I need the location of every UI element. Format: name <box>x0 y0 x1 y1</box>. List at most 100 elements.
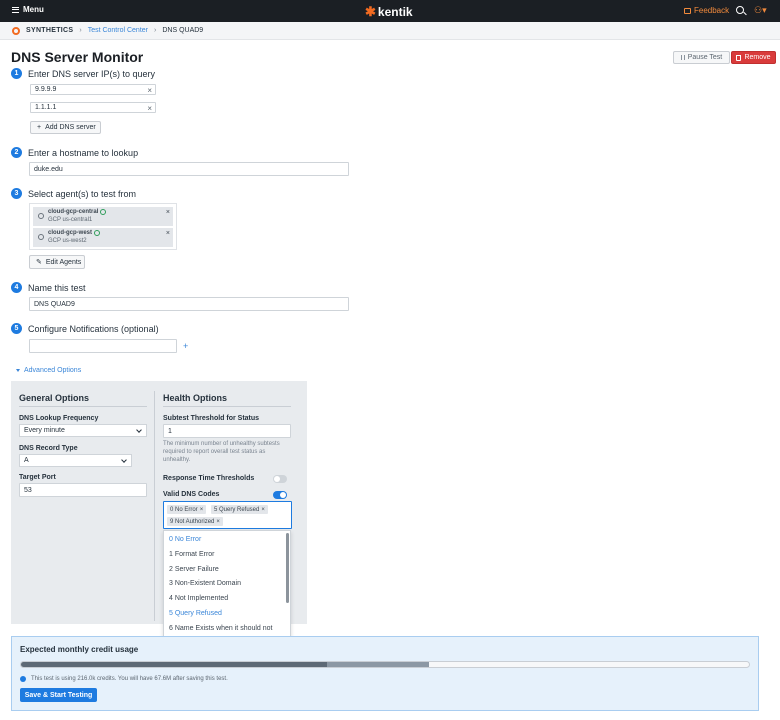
advanced-options-label: Advanced Options <box>24 367 82 374</box>
valid-codes-multiselect[interactable]: 0 No Error × 5 Query Refused × 9 Not Aut… <box>163 501 292 529</box>
notification-select[interactable] <box>29 339 177 353</box>
edit-agents-label: Edit Agents <box>45 258 82 266</box>
check-circle-icon <box>100 209 107 215</box>
remove-tag-icon[interactable]: × <box>200 507 204 513</box>
step-label: Configure Notifications (optional) <box>28 323 159 334</box>
test-name-input[interactable]: DNS QUAD9 <box>29 297 349 311</box>
threshold-input[interactable]: 1 <box>163 424 291 438</box>
credit-note-text: This test is using 216.0k credits. You w… <box>31 676 228 682</box>
credit-used-fill <box>21 662 327 667</box>
breadcrumb-root[interactable]: SYNTHETICS <box>26 27 73 34</box>
toggle-knob <box>274 476 280 482</box>
code-tag-label: 9 Not Authorized <box>170 518 215 525</box>
toggle-knob <box>280 492 286 498</box>
target-port-label: Target Port <box>19 474 56 481</box>
pause-icon <box>680 55 685 60</box>
scrollbar-thumb[interactable] <box>286 533 289 603</box>
breadcrumb: SYNTHETICS › Test Control Center › DNS Q… <box>0 22 780 40</box>
save-and-start-button[interactable]: Save & Start Testing <box>20 688 97 702</box>
dns-server-input[interactable]: 9.9.9.9 × <box>30 84 156 95</box>
logo-text: kentik <box>377 5 413 19</box>
agent-name-text: cloud-gcp-central <box>48 209 99 215</box>
synthetics-icon <box>12 26 20 35</box>
remove-button[interactable]: Remove <box>731 51 776 64</box>
record-type-value: A <box>24 457 29 464</box>
dns-server-value: 1.1.1.1 <box>35 104 57 111</box>
step-number: 3 <box>11 188 22 199</box>
info-icon <box>20 676 26 682</box>
chat-icon <box>684 7 691 14</box>
test-name-value: DNS QUAD9 <box>34 300 75 308</box>
agent-location: GCP us-west2 <box>48 238 87 244</box>
advanced-options-toggle[interactable]: Advanced Options <box>16 367 81 374</box>
chevron-right-icon: › <box>154 27 157 34</box>
kentik-mark-icon: ✱ <box>365 4 376 19</box>
chevron-right-icon: › <box>79 27 82 34</box>
frequency-value: Every minute <box>24 427 65 434</box>
agent-list: cloud-gcp-central GCP us-central1 × clou… <box>29 203 177 250</box>
agent-name-text: cloud-gcp-west <box>48 230 93 236</box>
pencil-icon: ✎ <box>36 259 42 266</box>
frequency-select[interactable]: Every minute <box>19 424 147 437</box>
agent-location: GCP us-central1 <box>48 217 93 223</box>
check-circle-icon <box>94 230 101 236</box>
edit-agents-button[interactable]: ✎ Edit Agents <box>29 255 85 269</box>
dns-code-option[interactable]: 0 No Error <box>169 536 201 543</box>
remove-tag-icon[interactable]: × <box>216 519 220 525</box>
valid-codes-toggle[interactable] <box>273 491 287 499</box>
frequency-label: DNS Lookup Frequency <box>19 415 99 422</box>
response-threshold-toggle[interactable] <box>273 475 287 483</box>
agent-name: cloud-gcp-west <box>48 230 101 236</box>
target-port-input[interactable]: 53 <box>19 483 147 497</box>
dns-server-value: 9.9.9.9 <box>35 86 57 93</box>
step-label: Enter a hostname to lookup <box>28 147 139 158</box>
add-notification-button[interactable]: + <box>183 341 188 351</box>
record-type-label: DNS Record Type <box>19 445 78 452</box>
breadcrumb-section-link[interactable]: Test Control Center <box>88 27 148 34</box>
response-threshold-label: Response Time Thresholds <box>163 475 255 482</box>
remove-agent-icon[interactable]: × <box>166 230 170 237</box>
add-dns-label: Add DNS server <box>45 124 96 131</box>
threshold-help-text: The minimum number of unhealthy subtests… <box>163 441 280 463</box>
agent-name: cloud-gcp-central <box>48 209 107 215</box>
dns-code-option[interactable]: 2 Server Failure <box>169 566 219 573</box>
step-notifications: 5 Configure Notifications (optional) <box>11 323 159 334</box>
dns-code-option[interactable]: 3 Non-Existent Domain <box>169 580 241 587</box>
page-title: DNS Server Monitor <box>11 49 144 65</box>
step-test-name: 4 Name this test <box>11 282 86 293</box>
dns-code-option[interactable]: 4 Not Implemented <box>169 595 228 602</box>
search-icon[interactable] <box>736 6 744 14</box>
general-options-title: General Options <box>19 393 90 403</box>
credit-test-fill <box>326 662 429 667</box>
clear-icon[interactable]: × <box>147 104 152 113</box>
remove-agent-icon[interactable]: × <box>166 209 170 216</box>
step-number: 2 <box>11 147 22 158</box>
hostname-input[interactable]: duke.edu <box>29 162 349 176</box>
menu-button[interactable]: Menu <box>12 5 44 14</box>
pause-test-button[interactable]: Pause Test <box>673 51 730 64</box>
step-label: Enter DNS server IP(s) to query <box>28 68 156 79</box>
remove-tag-icon[interactable]: × <box>261 507 265 513</box>
step-number: 1 <box>11 68 22 79</box>
caret-down-icon <box>16 369 20 372</box>
add-dns-server-button[interactable]: + Add DNS server <box>30 121 101 134</box>
record-type-select[interactable]: A <box>19 454 132 467</box>
target-port-value: 53 <box>24 486 32 494</box>
feedback-button[interactable]: Feedback <box>684 6 729 15</box>
panel-divider <box>154 391 155 621</box>
dns-code-option[interactable]: 5 Query Refused <box>169 610 222 617</box>
section-divider <box>163 406 291 407</box>
clear-icon[interactable]: × <box>147 86 152 95</box>
credit-note: This test is using 216.0k credits. You w… <box>20 676 228 682</box>
step-number: 5 <box>11 323 22 334</box>
user-menu-icon[interactable]: ⚇▾ <box>754 5 767 16</box>
dns-server-input[interactable]: 1.1.1.1 × <box>30 102 156 113</box>
dns-code-option[interactable]: 6 Name Exists when it should not <box>169 625 273 632</box>
dns-code-option[interactable]: 1 Format Error <box>169 551 215 558</box>
chevron-down-icon <box>121 457 127 463</box>
kentik-logo[interactable]: ✱ kentik <box>365 4 413 20</box>
threshold-label: Subtest Threshold for Status <box>163 415 260 422</box>
agent-icon <box>38 213 44 219</box>
step-number: 4 <box>11 282 22 293</box>
code-tag-label: 0 No Error <box>170 506 198 513</box>
